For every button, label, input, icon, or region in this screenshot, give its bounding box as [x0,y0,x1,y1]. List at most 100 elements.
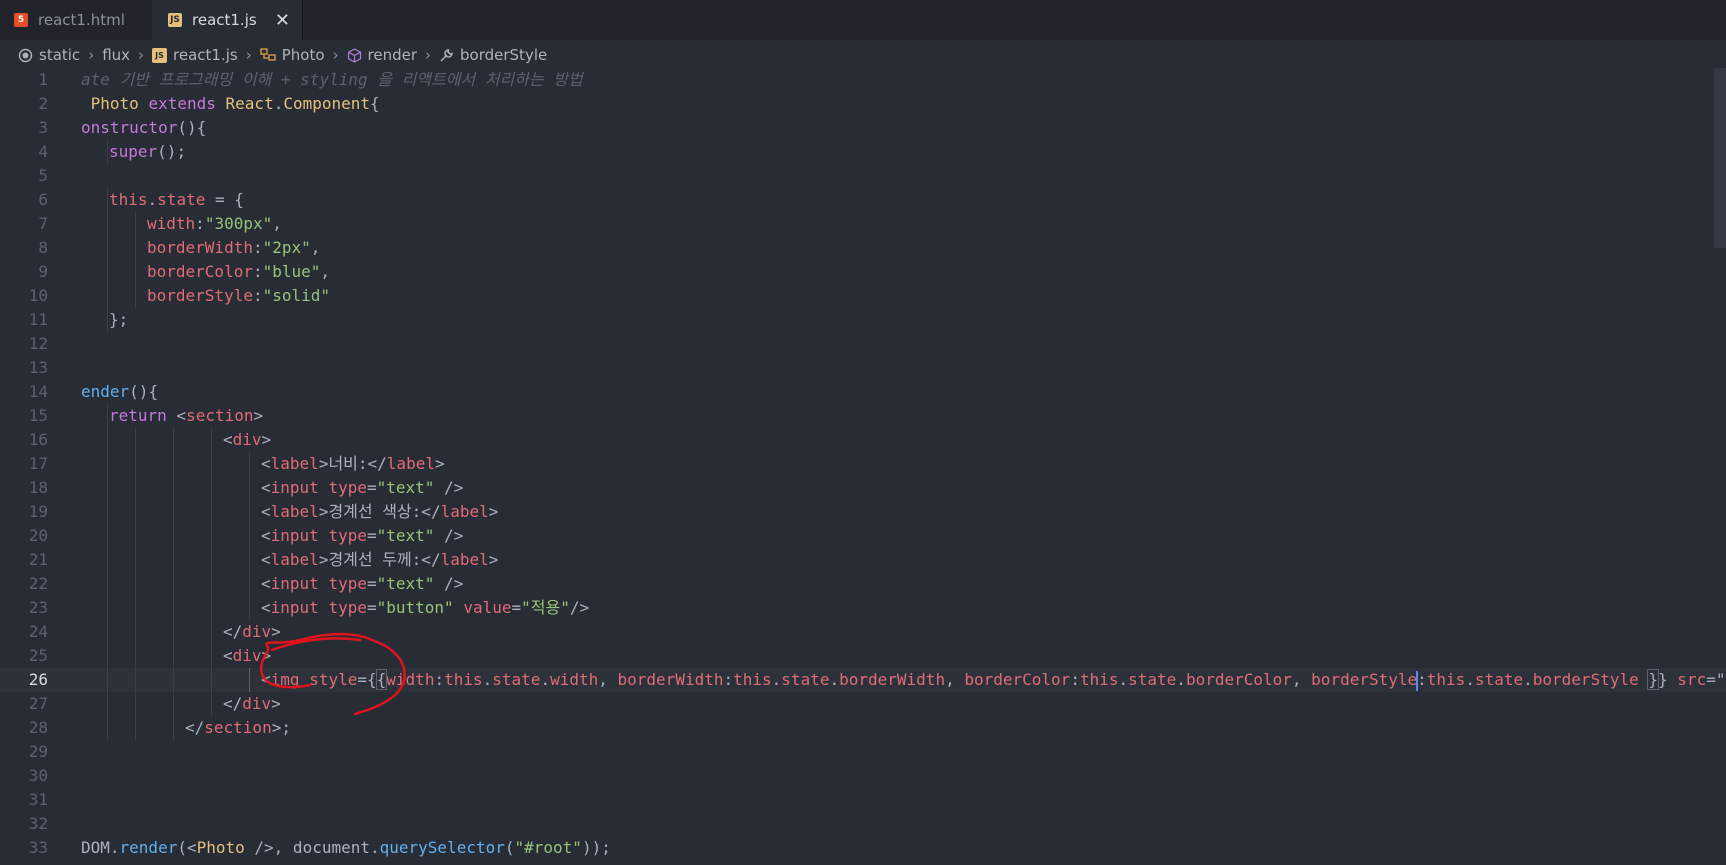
code-token: /> [569,598,590,617]
code-token: </ [223,622,243,641]
code-line[interactable]: 2 Photo extends React.Component{ [0,92,1726,116]
code-line[interactable]: 21 <label>경계선 두께:</label> [0,548,1726,572]
breadcrumb-item-method[interactable]: render [347,46,417,64]
line-number: 14 [28,382,48,401]
code-token: label [270,550,319,569]
breadcrumb-label: Photo [281,46,325,64]
code-token: "적용" [521,598,570,617]
code-line[interactable]: 1 ate 기반 프로그래밍 이해 + styling 을 리액트에서 처리하는 … [0,68,1726,92]
tab-react1-js[interactable]: JS react1.js ✕ [152,0,303,40]
line-number: 34 [0,860,48,865]
indent-guide [107,308,108,332]
wrench-icon [439,48,454,63]
chevron-right-icon: › [425,46,432,64]
code-line[interactable]: 3 onstructor(){ [0,116,1726,140]
code-line[interactable]: 25 <div> [0,644,1726,668]
line-number: 26 [28,670,48,689]
code-line[interactable]: 4 super(); [0,140,1726,164]
code-text: <label>경계선 색상:</label> [261,500,498,524]
breadcrumb-item-flux[interactable]: flux [102,46,130,64]
code-line[interactable]: 6 this.state = { [0,188,1726,212]
close-icon[interactable]: ✕ [275,10,290,31]
code-token: = [366,526,377,545]
line-number: 32 [28,814,48,833]
code-line[interactable]: 34 [0,860,1726,865]
vertical-scrollbar[interactable] [1714,68,1726,248]
code-line[interactable]: 22 <input type="text" /> [0,572,1726,596]
code-line[interactable]: 15 return <section> [0,404,1726,428]
line-number: 19 [28,502,48,521]
code-token: state [781,670,830,689]
code-line[interactable]: 9 borderColor:"blue", [0,260,1726,284]
code-token: value [463,598,512,617]
code-token: div [242,622,272,641]
code-line[interactable]: 24 </div> [0,620,1726,644]
indent-guide [107,284,108,308]
indent-guide [135,668,136,692]
code-token: input [270,478,319,497]
code-text: super(); [109,140,186,164]
code-line[interactable]: 29 [0,740,1726,764]
code-token: . [1176,670,1186,689]
code-text: borderColor:"blue", [147,260,330,284]
circle-dot-icon [18,48,33,63]
code-editor[interactable]: 1 ate 기반 프로그래밍 이해 + styling 을 리액트에서 처리하는 … [0,68,1726,865]
code-line[interactable]: 32 [0,812,1726,836]
indent-guide [107,500,108,524]
line-number: 4 [38,142,48,161]
code-token: style [309,670,358,689]
class-symbol-icon [260,48,276,62]
code-token: < [166,406,187,425]
code-line[interactable]: 12 [0,332,1726,356]
code-token: , [945,670,965,689]
code-token: render [119,838,178,857]
breadcrumb-item-file[interactable]: JS react1.js [152,46,238,64]
code-line[interactable]: 30 [0,764,1726,788]
code-token: label [440,550,489,569]
indent-guide [135,596,136,620]
code-line[interactable]: 14 ender(){ [0,380,1726,404]
code-line[interactable]: 28 </section>; [0,716,1726,740]
code-token: : [1070,670,1080,689]
indent-guide [107,212,108,236]
code-line[interactable]: 8 borderWidth:"2px", [0,236,1726,260]
code-line[interactable]: 18 <input type="text" /> [0,476,1726,500]
code-line[interactable]: 19 <label>경계선 색상:</label> [0,500,1726,524]
code-token: : [252,262,263,281]
code-text: </section>; [185,716,291,740]
code-line[interactable]: 5 [0,164,1726,188]
tab-react1-html[interactable]: 5 react1.html [0,0,153,40]
indent-guide [107,140,108,164]
breadcrumb-label: borderStyle [460,46,548,64]
code-line[interactable]: 13 [0,356,1726,380]
code-line[interactable]: 17 <label>너비:</label> [0,452,1726,476]
code-token: > [261,646,272,665]
code-text: borderWidth:"2px", [147,236,320,260]
line-number: 13 [28,358,48,377]
code-token: , [320,262,331,281]
code-token: />, document. [244,838,380,857]
code-line[interactable]: 20 <input type="text" /> [0,524,1726,548]
indent-guide [173,716,174,740]
code-token: (); [157,142,187,161]
code-line[interactable]: 27 </div> [0,692,1726,716]
code-text: </div> [223,620,281,644]
code-line[interactable]: 10 borderStyle:"solid" [0,284,1726,308]
code-line[interactable]: 23 <input type="button" value="적용"/> [0,596,1726,620]
code-line[interactable]: 31 [0,788,1726,812]
code-line[interactable]: 7 width:"300px", [0,212,1726,236]
code-line[interactable]: 16 <div> [0,428,1726,452]
code-token: . [147,190,158,209]
code-line[interactable]: 33 DOM.render(<Photo />, document.querySe… [0,836,1726,860]
code-token: { [370,94,380,113]
indent-guide [135,212,136,236]
breadcrumb-item-static[interactable]: static [18,46,80,64]
code-line[interactable]: 26 <img style={{width:this.state.width, b… [0,668,1726,692]
breadcrumb-item-property[interactable]: borderStyle [439,46,547,64]
line-number: 33 [28,838,48,857]
code-line[interactable]: 11}; [0,308,1726,332]
code-token: "text" [376,526,435,545]
breadcrumb-item-class[interactable]: Photo [260,46,325,64]
